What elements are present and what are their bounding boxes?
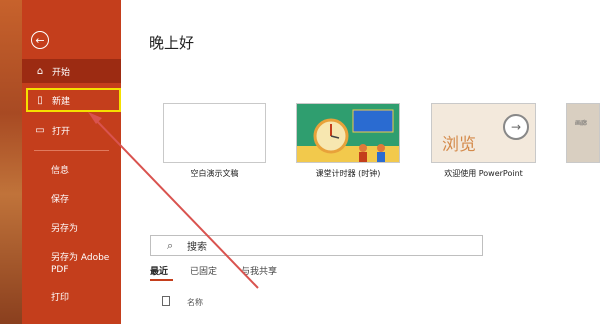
sidebar-item-print[interactable]: 打印 [51,292,69,304]
template-blank-presentation[interactable] [163,103,266,163]
tab-pinned[interactable]: 已固定 [190,264,217,277]
template-welcome-powerpoint[interactable]: 浏览 → [431,103,536,163]
sidebar-item-save-as[interactable]: 另存为 [51,223,78,235]
template-label: 课堂计时器 (时钟) [315,169,381,178]
new-file-icon: ▯ [37,94,43,106]
folder-open-icon: ▭ [35,124,45,136]
sidebar-item-open[interactable]: ▭ 打开 [22,118,121,142]
sidebar-item-label: 新建 [52,96,71,107]
backstage-sidebar: ← ⌂ 开始 ▯ 新建 ▭ 打开 信息 保存 另存为 另存为 Adobe PDF… [22,0,121,324]
sidebar-item-new[interactable]: ▯ 新建 [26,88,121,112]
sidebar-item-home[interactable]: ⌂ 开始 [22,59,121,83]
classroom-timer-thumbnail [297,104,399,162]
template-label: 欢迎使用 PowerPoint [444,169,523,178]
arrow-right-icon: → [503,114,529,140]
search-text: 搜索 [187,242,207,253]
column-header-name[interactable]: 名称 [187,297,203,308]
sidebar-item-save[interactable]: 保存 [51,194,69,206]
template-classroom-timer[interactable] [296,103,400,163]
tab-recent[interactable]: 最近 [150,264,168,277]
sidebar-item-label: 打开 [52,126,71,137]
sidebar-item-label: 开始 [52,67,71,78]
browse-thumb-text: 浏览 [442,135,476,155]
sidebar-item-save-as-pdf[interactable]: 另存为 Adobe PDF [51,252,111,276]
active-tab-underline [150,279,173,281]
tab-shared[interactable]: 与我共享 [241,264,277,277]
background-strip [0,0,22,324]
template-partial[interactable]: 画廊 [566,103,600,163]
sidebar-item-info[interactable]: 信息 [51,165,69,177]
template-label: 空白演示文稿 [190,169,239,178]
home-icon: ⌂ [36,65,44,77]
page-title: 晚上好 [149,34,195,52]
search-icon: ⌕ [167,238,174,252]
back-arrow-icon[interactable]: ← [31,31,49,49]
sidebar-divider [34,150,109,151]
partial-thumb-text: 画廊 [575,120,588,127]
file-type-icon [162,296,170,306]
search-input[interactable]: ⌕ 搜索 [150,235,483,256]
